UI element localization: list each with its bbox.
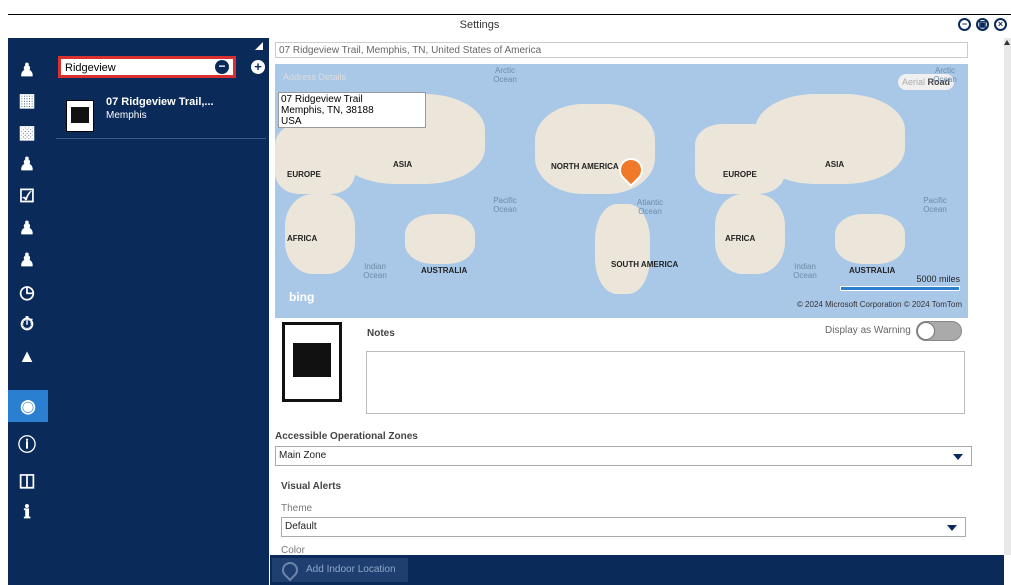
zones-label: Accessible Operational Zones — [275, 431, 418, 442]
address-line: USA — [281, 116, 302, 127]
search-box[interactable]: − — [58, 56, 236, 78]
ocean-label: Pacific Ocean — [493, 196, 517, 214]
scrollbar[interactable] — [1004, 38, 1011, 555]
add-indoor-location-button[interactable]: Add Indoor Location — [272, 558, 408, 582]
map-land — [755, 94, 905, 184]
theme-select-value: Default — [285, 521, 317, 532]
continent-label: EUROPE — [723, 170, 757, 179]
minimize-icon[interactable]: − — [958, 18, 971, 31]
bottom-bar: Add Indoor Location — [270, 555, 1004, 585]
alert-icon[interactable]: ⓘ — [12, 430, 42, 458]
list-item-title: 07 Ridgeview Trail,... — [106, 96, 214, 108]
bell-icon[interactable]: ▲ — [12, 342, 42, 370]
map-copyright: © 2024 Microsoft Corporation © 2024 TomT… — [796, 300, 962, 309]
location-add-icon[interactable]: ◉ — [8, 390, 48, 422]
window-title: Settings — [459, 19, 500, 31]
theme-label: Theme — [281, 503, 313, 514]
bar-chart-icon[interactable]: ▩ — [12, 118, 42, 146]
address-line: Memphis, TN, 38188 — [281, 105, 374, 116]
continent-label: AUSTRALIA — [849, 266, 896, 275]
collapse-icon[interactable] — [255, 42, 263, 50]
address-popup: 07 Ridgeview Trail Memphis, TN, 38188 US… — [278, 92, 426, 128]
location-image-placeholder[interactable] — [282, 322, 342, 402]
scroll-up-icon[interactable] — [1004, 40, 1010, 45]
continent-label: EUROPE — [287, 170, 321, 179]
timer-icon[interactable]: ◷ — [12, 278, 42, 306]
theme-select[interactable]: Default — [281, 517, 966, 537]
bing-logo: bing — [289, 290, 315, 304]
aerial-option[interactable]: Aerial — [902, 77, 925, 87]
checklist-icon[interactable]: ☑ — [12, 182, 42, 210]
notes-label: Notes — [367, 328, 395, 339]
display-warning-label: Display as Warning — [825, 325, 911, 336]
user-icon[interactable]: ♟ — [12, 246, 42, 274]
location-pin-icon — [278, 558, 302, 582]
notes-field[interactable] — [366, 351, 965, 414]
zones-select-value: Main Zone — [279, 450, 327, 461]
address-bar[interactable]: 07 Ridgeview Trail, Memphis, TN, United … — [275, 42, 968, 58]
stopwatch-icon[interactable]: ⏱ — [12, 310, 42, 338]
continent-label: NORTH AMERICA — [551, 162, 619, 171]
zones-select[interactable]: Main Zone — [275, 446, 972, 466]
info-icon[interactable]: ℹ — [12, 498, 42, 526]
user-settings-icon[interactable]: ♟ — [12, 56, 42, 84]
map-scale-label: 5000 miles — [916, 274, 960, 284]
detail-panel: 07 Ridgeview Trail, Memphis, TN, United … — [270, 38, 1000, 585]
documents-icon[interactable]: ◫ — [12, 466, 42, 494]
image-placeholder-icon — [66, 100, 94, 132]
clear-search-icon[interactable]: − — [215, 60, 229, 74]
address-line: 07 Ridgeview Trail — [281, 94, 363, 105]
map[interactable]: Address Details 07 Ridgeview Trail Memph… — [275, 64, 968, 318]
users-icon[interactable]: ♟ — [12, 214, 42, 242]
add-location-button[interactable]: + — [251, 60, 265, 74]
map-scale-bar — [840, 286, 960, 291]
visual-alerts-label: Visual Alerts — [281, 481, 342, 492]
display-warning-toggle[interactable] — [916, 321, 962, 341]
ocean-label: Arctic Ocean — [933, 66, 957, 84]
ocean-label: Arctic Ocean — [493, 66, 517, 84]
location-list-panel: − + 07 Ridgeview Trail,... Memphis — [48, 38, 269, 585]
sidebar: ♟ ▦ ▩ ♟ ☑ ♟ ♟ ◷ ⏱ ▲ ◉ ⓘ ◫ ℹ — [8, 38, 48, 585]
ocean-label: Pacific Ocean — [923, 196, 947, 214]
ocean-label: Indian Ocean — [793, 262, 817, 280]
map-land — [595, 204, 650, 294]
continent-label: ASIA — [393, 160, 413, 169]
restore-icon[interactable]: ▣ — [976, 18, 989, 31]
continent-label: AFRICA — [287, 234, 318, 243]
search-input[interactable] — [65, 61, 205, 75]
add-indoor-location-label: Add Indoor Location — [306, 564, 396, 575]
ocean-label: Atlantic Ocean — [636, 198, 664, 216]
close-icon[interactable]: × — [994, 18, 1007, 31]
chevron-down-icon — [947, 525, 957, 531]
user-block-icon[interactable]: ♟ — [12, 150, 42, 178]
continent-label: AUSTRALIA — [421, 266, 468, 275]
map-land — [405, 214, 475, 264]
continent-label: ASIA — [825, 160, 845, 169]
ocean-label: Indian Ocean — [363, 262, 387, 280]
list-item[interactable]: 07 Ridgeview Trail,... Memphis — [56, 90, 266, 139]
toggle-knob — [917, 322, 935, 340]
grid-icon[interactable]: ▦ — [12, 86, 42, 114]
continent-label: SOUTH AMERICA — [611, 260, 679, 269]
map-land — [835, 214, 905, 264]
chevron-down-icon — [953, 454, 963, 460]
title-bar: Settings − ▣ × — [8, 14, 1011, 38]
address-details-label[interactable]: Address Details — [283, 72, 346, 82]
list-item-subtitle: Memphis — [106, 110, 147, 121]
continent-label: AFRICA — [725, 234, 756, 243]
